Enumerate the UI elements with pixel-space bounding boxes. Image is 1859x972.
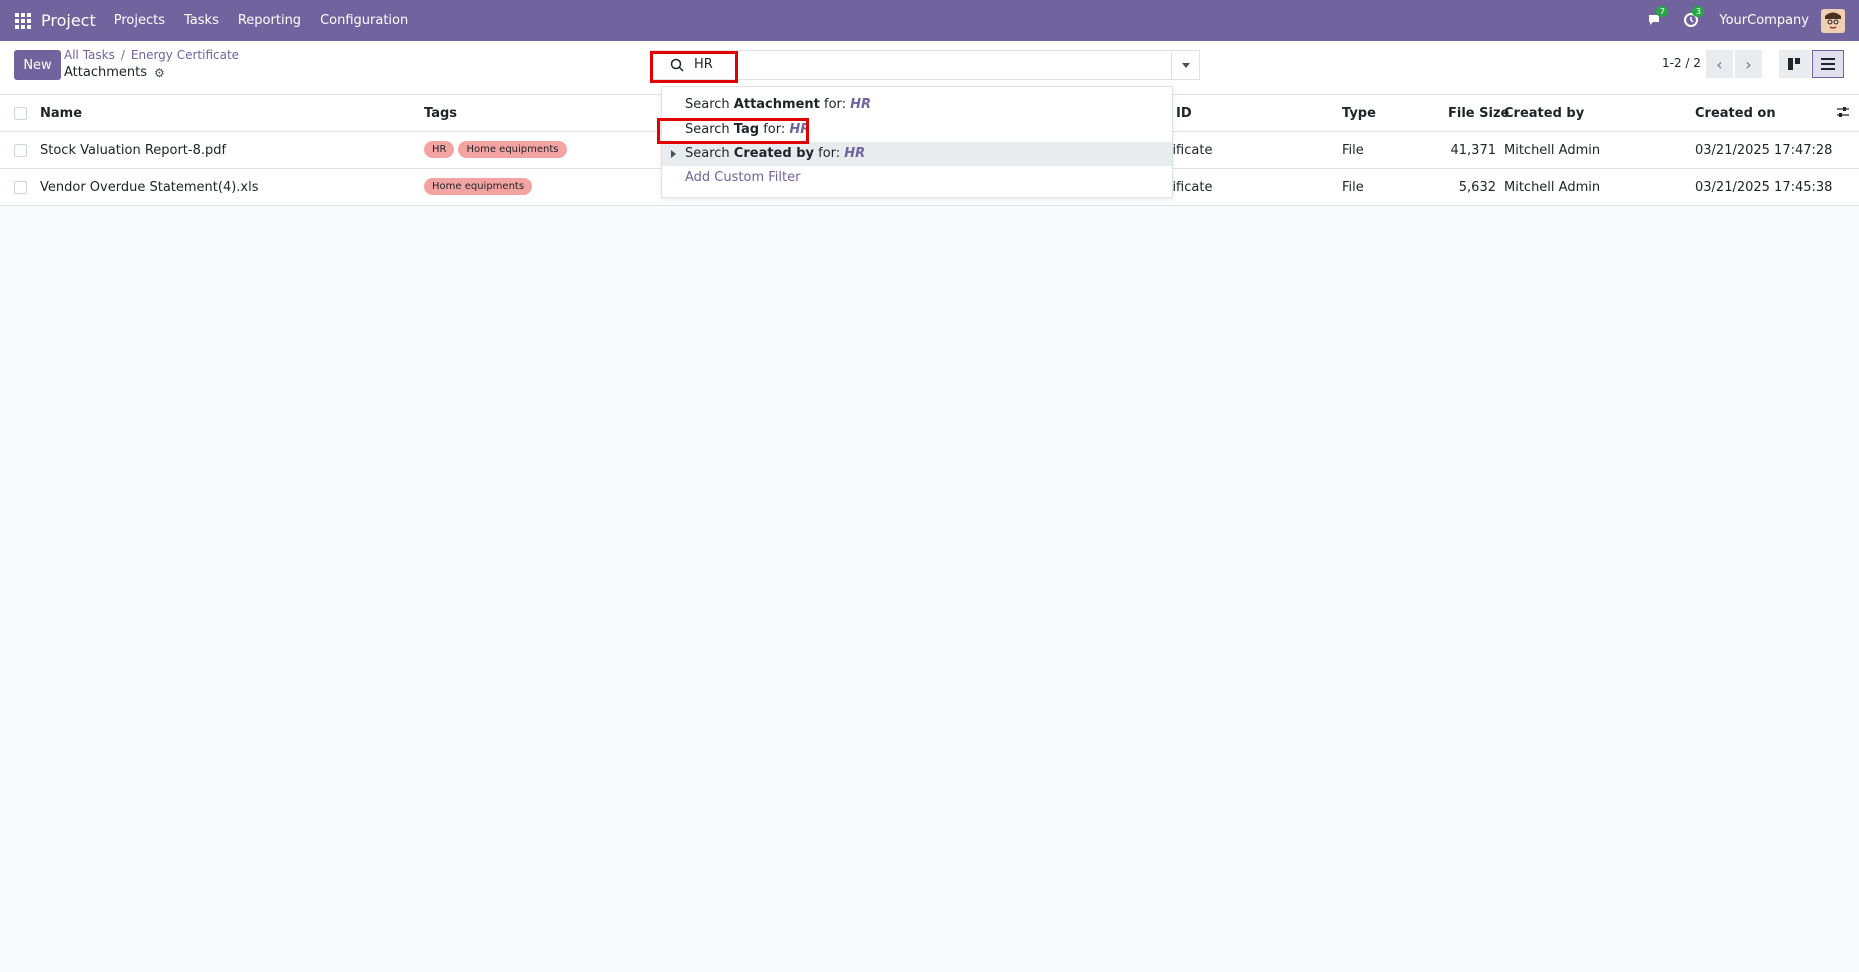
activities-button[interactable]: 3: [1683, 5, 1705, 30]
highlight-tag-option: [657, 118, 809, 144]
add-custom-filter-option[interactable]: Add Custom Filter: [662, 166, 1172, 190]
column-file-size[interactable]: File Size: [1448, 106, 1509, 121]
new-button[interactable]: New: [14, 50, 61, 80]
column-created-by[interactable]: Created by: [1504, 106, 1584, 121]
option-prefix: Search: [685, 146, 734, 161]
pager-value[interactable]: 1-2 / 2: [1662, 56, 1701, 70]
breadcrumb: All Tasks / Energy Certificate: [64, 48, 239, 62]
pager-previous-button[interactable]: ‹: [1706, 50, 1733, 78]
search-options-toggle[interactable]: [1171, 51, 1199, 79]
menu-configuration[interactable]: Configuration: [320, 13, 408, 28]
column-id[interactable]: ID: [1176, 106, 1192, 121]
search-attachment-option[interactable]: Search Attachment for: HR: [662, 93, 1172, 117]
optional-columns-icon[interactable]: [1836, 105, 1850, 123]
highlight-search-input: [650, 51, 738, 83]
tag-badge: HR: [424, 141, 455, 158]
menu-projects[interactable]: Projects: [114, 13, 165, 28]
column-type[interactable]: Type: [1342, 106, 1376, 121]
gear-icon[interactable]: ⚙: [154, 66, 165, 80]
row-type: File: [1342, 180, 1364, 195]
row-created-by: Mitchell Admin: [1504, 143, 1601, 158]
tag-badge: Home equipments: [458, 141, 567, 158]
option-prefix: Search: [685, 97, 734, 112]
list-icon: [1821, 58, 1835, 70]
tag-badge: Home equipments: [424, 178, 533, 195]
messages-badge: 7: [1656, 5, 1669, 17]
user-avatar-icon: [1821, 8, 1845, 33]
option-field: Created by: [733, 146, 814, 161]
row-checkbox[interactable]: [14, 144, 27, 157]
breadcrumb-energy-certificate[interactable]: Energy Certificate: [131, 48, 239, 62]
column-created-on[interactable]: Created on: [1695, 106, 1776, 121]
caret-down-icon: [1181, 62, 1190, 68]
company-switcher[interactable]: YourCompany: [1719, 13, 1809, 28]
breadcrumb-separator: /: [120, 48, 125, 62]
row-tags: Home equipments: [424, 178, 536, 195]
chevron-left-icon: ‹: [1716, 54, 1723, 74]
list-view-button[interactable]: [1812, 50, 1844, 78]
avatar[interactable]: [1821, 8, 1845, 33]
chevron-right-icon: ›: [1745, 54, 1752, 74]
column-tags[interactable]: Tags: [424, 106, 457, 121]
option-field: Attachment: [733, 97, 820, 112]
kanban-icon: [1788, 58, 1800, 70]
kanban-view-button[interactable]: [1779, 50, 1811, 78]
row-created-by: Mitchell Admin: [1504, 180, 1601, 195]
menu-tasks[interactable]: Tasks: [184, 13, 219, 28]
option-mid: for:: [813, 146, 845, 161]
row-created-on: 03/21/2025 17:47:28: [1695, 143, 1833, 158]
column-name[interactable]: Name: [40, 106, 82, 121]
search-created-by-option[interactable]: Search Created by for: HR: [662, 142, 1172, 166]
messages-button[interactable]: 7: [1647, 5, 1669, 30]
menu-reporting[interactable]: Reporting: [238, 13, 301, 28]
breadcrumb-all-tasks[interactable]: All Tasks: [64, 48, 115, 62]
option-query: HR: [850, 97, 872, 112]
option-mid: for:: [819, 97, 851, 112]
pager-next-button[interactable]: ›: [1735, 50, 1762, 78]
option-query: HR: [844, 146, 866, 161]
select-all-checkbox[interactable]: [14, 107, 27, 120]
row-type: File: [1342, 143, 1364, 158]
row-checkbox[interactable]: [14, 181, 27, 194]
row-name: Stock Valuation Report-8.pdf: [40, 143, 227, 158]
caret-right-icon[interactable]: [671, 150, 676, 158]
apps-menu-icon[interactable]: [15, 12, 31, 29]
activities-badge: 3: [1692, 5, 1705, 17]
row-created-on: 03/21/2025 17:45:38: [1695, 180, 1833, 195]
row-file-size: 41,371: [1450, 143, 1497, 158]
page-title-wrap: Attachments ⚙: [64, 65, 165, 80]
row-tags: HR Home equipments: [424, 141, 571, 158]
row-file-size: 5,632: [1458, 180, 1496, 195]
top-navbar: Project Projects Tasks Reporting Configu…: [0, 0, 1859, 41]
app-name[interactable]: Project: [41, 11, 96, 30]
page-title: Attachments: [64, 65, 147, 80]
row-name: Vendor Overdue Statement(4).xls: [40, 180, 259, 195]
